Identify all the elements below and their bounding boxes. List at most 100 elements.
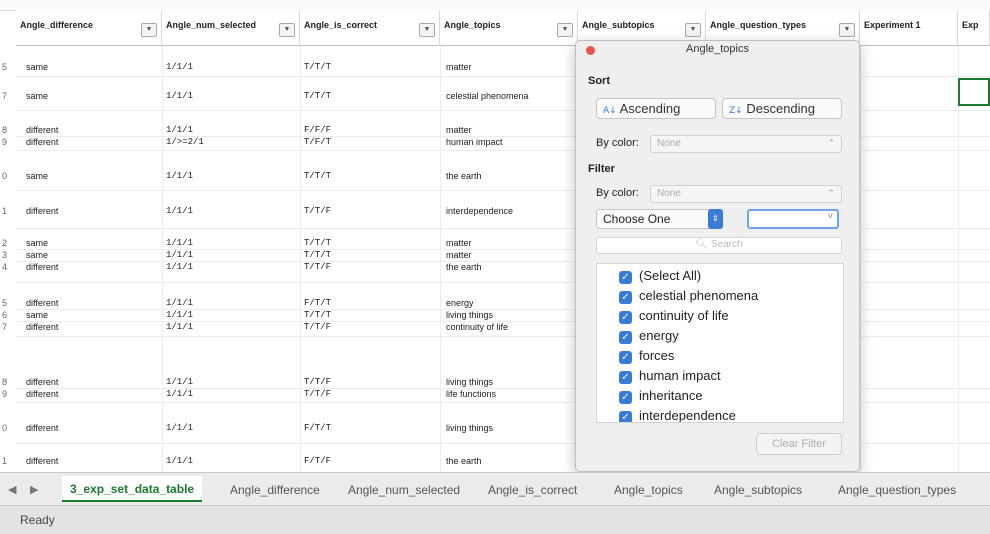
cell-difference: same [26,171,49,181]
cell-difference: different [26,262,59,272]
filter-button[interactable]: ▼ [419,23,435,37]
row-number: 1 [2,206,8,216]
cell-is-correct: T/T/F [304,389,332,399]
tab-3-exp-set-data-table[interactable]: 3_exp_set_data_table [62,476,203,502]
filter-button[interactable]: ▼ [685,23,701,37]
cell-is-correct: T/T/T [304,62,332,72]
cell-topic: living things [446,423,494,433]
cell-is-correct: T/F/T [304,137,332,147]
cell-num-selected: 1/1/1 [166,423,194,433]
cell-difference: same [26,250,49,260]
tab-angle-num-selected[interactable]: Angle_num_selected [340,479,468,501]
filter-values-list[interactable]: ✓ (Select All) ✓ celestial phenomena ✓ c… [596,263,844,423]
cell-topic: living things [446,377,494,387]
filter-button[interactable]: ▼ [141,23,157,37]
cell-num-selected: 1/1/1 [166,389,194,399]
sort-ascending-button[interactable]: A↓ Ascending [596,98,716,119]
column-header-angle-is-correct[interactable]: Angle_is_correct ▼ [300,10,440,46]
column-header-label: Angle_question_types [710,20,807,30]
column-header-angle-topics[interactable]: Angle_topics ▼ [440,10,578,46]
cell-is-correct: T/T/F [304,322,332,332]
filter-button[interactable]: ▼ [839,23,855,37]
tab-angle-difference[interactable]: Angle_difference [222,479,328,501]
chevron-updown-icon: ⇕ [708,209,723,229]
cell-topic: the earth [446,171,482,181]
cell-num-selected: 1/1/1 [166,322,194,332]
checkbox-checked-icon[interactable]: ✓ [619,271,632,284]
table-row[interactable]: 9 different 1/1/1 T/T/F life functions [0,389,578,401]
row-number: 8 [2,377,8,387]
table-row[interactable]: 4 different 1/1/1 T/T/F the earth [0,262,578,274]
chevron-down-icon: ▼ [145,26,153,33]
column-header-label: Angle_is_correct [304,20,378,30]
checkbox-checked-icon[interactable]: ✓ [619,291,632,304]
row-number: 0 [2,171,8,181]
filter-color-select[interactable]: None ⌃ [650,185,842,203]
table-row[interactable]: 1 different 1/1/1 T/T/F interdependence [0,206,578,218]
filter-button[interactable]: ▼ [557,23,573,37]
cell-num-selected: 1/1/1 [166,238,194,248]
table-row[interactable]: 1 different 1/1/1 F/T/F the earth [0,456,578,468]
column-header-label: Experiment 1 [864,20,921,30]
cell-topic: the earth [446,262,482,272]
cell-topic: energy [446,298,474,308]
column-header-experiment-1[interactable]: Experiment 1 [860,10,958,46]
checkbox-checked-icon[interactable]: ✓ [619,331,632,344]
cell-difference: different [26,137,59,147]
cell-topic: the earth [446,456,482,466]
checkbox-checked-icon[interactable]: ✓ [619,351,632,364]
table-row[interactable]: 7 different 1/1/1 T/T/F continuity of li… [0,322,578,334]
column-header-angle-difference[interactable]: Angle_difference ▼ [16,10,162,46]
sort-descending-label: Descending [746,101,815,116]
search-placeholder: Search [710,239,743,250]
checkbox-checked-icon[interactable]: ✓ [619,371,632,384]
clear-filter-button[interactable]: Clear Filter [756,433,842,455]
list-item-label: celestial phenomena [639,288,759,303]
row-number: 5 [2,62,8,72]
table-row[interactable]: 7 same 1/1/1 T/T/T celestial phenomena [0,91,578,103]
table-row[interactable]: 0 same 1/1/1 T/T/T the earth [0,171,578,183]
sort-color-select[interactable]: None ⌃ [650,135,842,153]
spreadsheet-grid[interactable]: Angle_difference ▼ Angle_num_selected ▼ … [0,0,990,472]
chevron-down-icon: ˅ [827,211,833,221]
column-header-exp[interactable]: Exp [958,10,990,46]
condition-select[interactable]: Choose One ⇕ [596,209,723,229]
row-number: 5 [2,298,8,308]
tab-scroll-left-icon[interactable]: ◀ [8,483,16,496]
row-number: 6 [2,310,8,320]
search-input[interactable]: 🔍︎ Search [596,237,842,254]
checkbox-checked-icon[interactable]: ✓ [619,391,632,404]
selected-cell[interactable] [958,78,990,106]
chevron-updown-icon: ⌃ [827,138,835,148]
cell-difference: different [26,377,59,387]
condition-value-input[interactable]: ˅ [747,209,839,229]
filter-button[interactable]: ▼ [279,23,295,37]
cell-num-selected: 1/1/1 [166,456,194,466]
cell-topic: celestial phenomena [446,91,529,101]
column-header-label: Exp [962,20,979,30]
cell-topic: life functions [446,389,497,399]
sort-descending-button[interactable]: Z↓ Descending [722,98,842,119]
checkbox-checked-icon[interactable]: ✓ [619,311,632,324]
tab-angle-subtopics[interactable]: Angle_subtopics [706,479,810,501]
cell-num-selected: 1/1/1 [166,298,194,308]
cell-num-selected: 1/1/1 [166,206,194,216]
cell-difference: same [26,62,49,72]
tab-angle-question-types[interactable]: Angle_question_types [830,479,964,501]
cell-topic: continuity of life [446,322,509,332]
table-row[interactable]: 5 same 1/1/1 T/T/T matter [0,62,578,74]
checkbox-checked-icon[interactable]: ✓ [619,411,632,422]
tab-scroll-right-icon[interactable]: ▶ [30,483,38,496]
tab-angle-is-correct[interactable]: Angle_is_correct [480,479,585,501]
cell-difference: different [26,322,59,332]
table-row[interactable]: 9 different 1/>=2/1 T/F/T human impact [0,137,578,149]
sheet-tab-bar: ◀ ▶ 3_exp_set_data_table Angle_differenc… [0,472,990,506]
tab-angle-topics[interactable]: Angle_topics [606,479,691,501]
chevron-down-icon: ▼ [283,26,291,33]
cell-num-selected: 1/1/1 [166,250,194,260]
column-header-angle-num-selected[interactable]: Angle_num_selected ▼ [162,10,300,46]
table-row[interactable]: 0 different 1/1/1 F/T/T living things [0,423,578,435]
cell-topic: matter [446,238,472,248]
list-item-label: inheritance [639,388,703,403]
cell-is-correct: T/T/F [304,262,332,272]
